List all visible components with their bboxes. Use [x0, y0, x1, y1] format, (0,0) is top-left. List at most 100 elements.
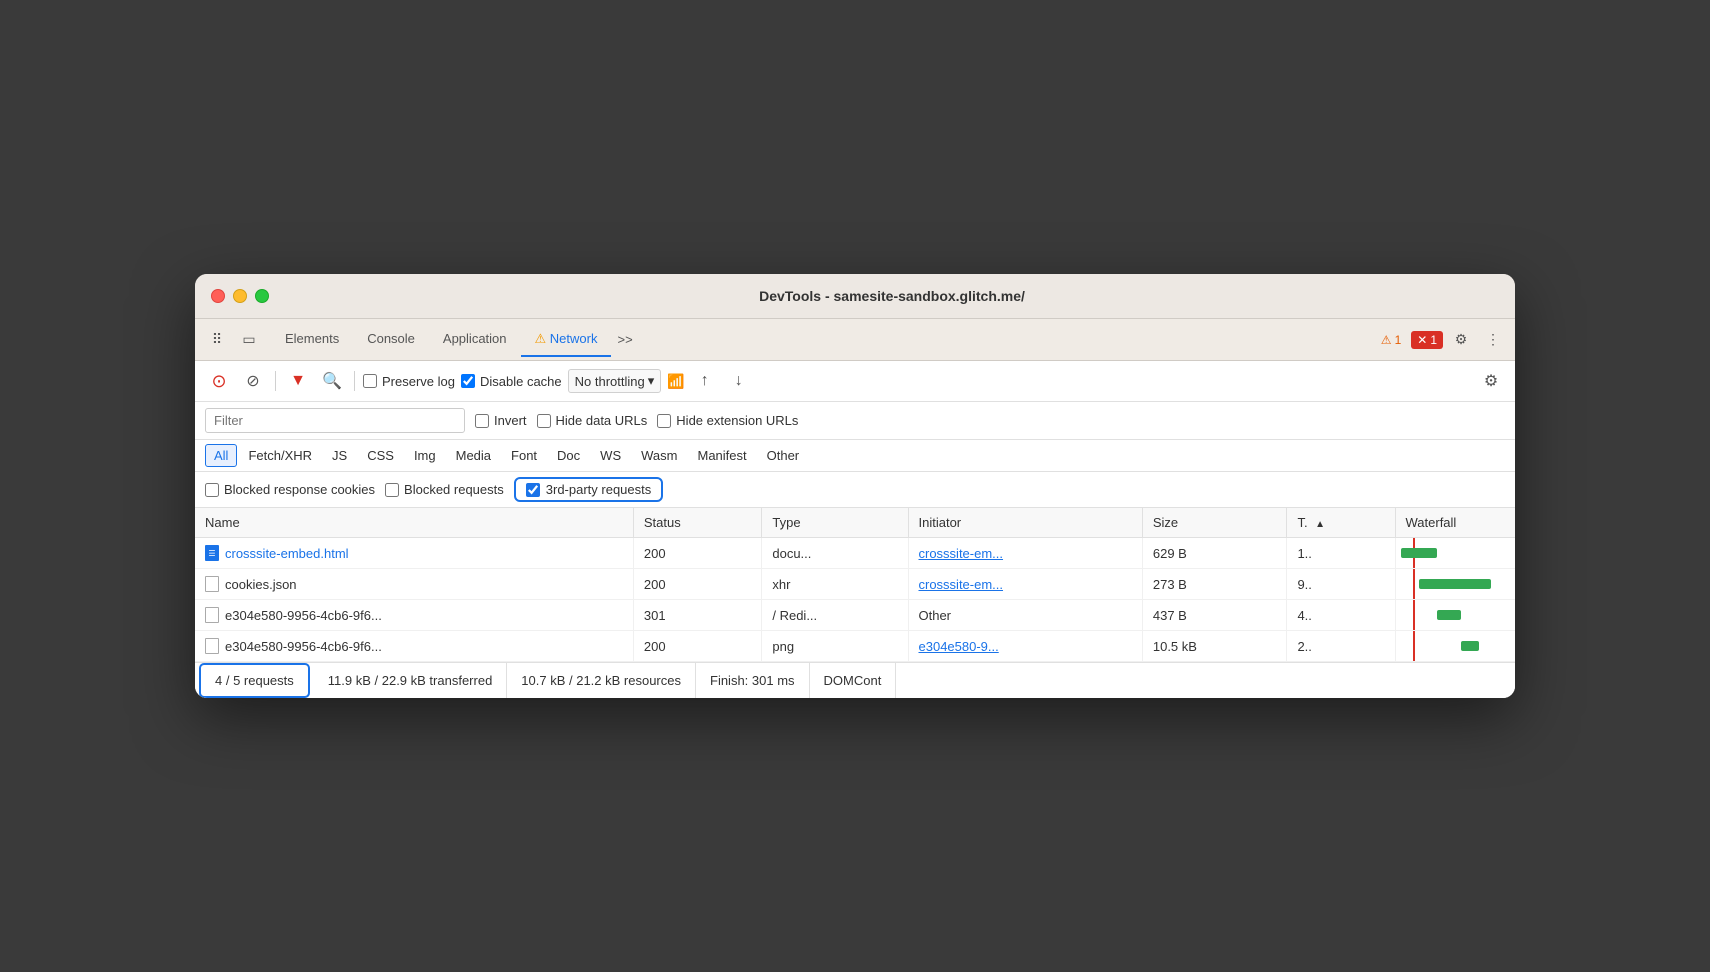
row-name: e304e580-9956-4cb6-9f6...: [225, 639, 382, 654]
window-title: DevTools - samesite-sandbox.glitch.me/: [285, 288, 1499, 304]
minimize-button[interactable]: [233, 289, 247, 303]
type-filter-wasm[interactable]: Wasm: [632, 444, 686, 467]
disable-cache-checkbox[interactable]: [461, 374, 475, 388]
row-name: e304e580-9956-4cb6-9f6...: [225, 608, 382, 623]
row-name: crosssite-embed.html: [225, 546, 349, 561]
tab-bar: ⠿ ▭ Elements Console Application ⚠ Netwo…: [195, 319, 1515, 361]
waterfall-bar: [1437, 610, 1461, 620]
row-time: 2..: [1287, 631, 1395, 662]
wifi-icon: 📶: [667, 373, 684, 390]
waterfall-timeline-marker: [1413, 600, 1415, 630]
waterfall-bar: [1461, 641, 1479, 651]
preserve-log-label[interactable]: Preserve log: [363, 374, 455, 389]
preserve-log-checkbox[interactable]: [363, 374, 377, 388]
fullscreen-button[interactable]: [255, 289, 269, 303]
title-bar: DevTools - samesite-sandbox.glitch.me/: [195, 274, 1515, 319]
table-row[interactable]: e304e580-9956-4cb6-9f6...301/ Redi...Oth…: [195, 600, 1515, 631]
disable-cache-label[interactable]: Disable cache: [461, 374, 562, 389]
network-table: Name Status Type Initiator Size T. ▲ Wat…: [195, 508, 1515, 662]
filter-icon[interactable]: ▼: [284, 367, 312, 395]
throttling-selector[interactable]: No throttling ▾: [568, 369, 662, 393]
hide-data-checkbox[interactable]: [537, 414, 551, 428]
type-filter-img[interactable]: Img: [405, 444, 445, 467]
more-options-icon[interactable]: ⋮: [1479, 326, 1507, 354]
file-icon: [205, 638, 219, 654]
network-settings-icon[interactable]: ⚙: [1477, 367, 1505, 395]
extra-filter-bar: Blocked response cookies Blocked request…: [195, 472, 1515, 508]
type-filter-other[interactable]: Other: [758, 444, 809, 467]
table-row[interactable]: e304e580-9956-4cb6-9f6...200pnge304e580-…: [195, 631, 1515, 662]
filter-input[interactable]: [205, 408, 465, 433]
table-row[interactable]: cookies.json200xhrcrosssite-em...273 B9.…: [195, 569, 1515, 600]
invert-checkbox[interactable]: [475, 414, 489, 428]
invert-label[interactable]: Invert: [475, 413, 527, 428]
type-filter-js[interactable]: JS: [323, 444, 356, 467]
tab-application[interactable]: Application: [429, 323, 521, 356]
row-status: 200: [633, 631, 762, 662]
upload-icon[interactable]: ↑: [691, 367, 719, 395]
tab-console[interactable]: Console: [353, 323, 429, 356]
cursor-icon[interactable]: ⠿: [203, 326, 231, 354]
tab-network[interactable]: ⚠ Network: [521, 323, 612, 357]
warning-badge: ⚠ 1: [1375, 331, 1407, 349]
tab-elements[interactable]: Elements: [271, 323, 353, 356]
separator-1: [275, 371, 276, 391]
col-name[interactable]: Name: [195, 508, 633, 538]
table-row[interactable]: ☰crosssite-embed.html200docu...crosssite…: [195, 538, 1515, 569]
close-button[interactable]: [211, 289, 225, 303]
type-filter-all[interactable]: All: [205, 444, 237, 467]
separator-2: [354, 371, 355, 391]
devtools-body: ⠿ ▭ Elements Console Application ⚠ Netwo…: [195, 319, 1515, 698]
type-filter-css[interactable]: CSS: [358, 444, 403, 467]
search-icon[interactable]: 🔍: [318, 367, 346, 395]
row-waterfall: [1395, 569, 1515, 600]
download-icon[interactable]: ↓: [725, 367, 753, 395]
tab-actions: ⚠ 1 ✕ 1 ⚙ ⋮: [1375, 326, 1507, 354]
type-filter-bar: All Fetch/XHR JS CSS Img Media Font Doc …: [195, 440, 1515, 472]
settings-icon[interactable]: ⚙: [1447, 326, 1475, 354]
row-initiator-link[interactable]: crosssite-em...: [919, 546, 1004, 561]
waterfall-timeline-marker: [1413, 631, 1415, 661]
tab-more[interactable]: >>: [611, 324, 638, 355]
traffic-lights: [211, 289, 269, 303]
stop-recording-button[interactable]: ⊙: [205, 367, 233, 395]
col-time[interactable]: T. ▲: [1287, 508, 1395, 538]
type-filter-media[interactable]: Media: [447, 444, 500, 467]
type-filter-font[interactable]: Font: [502, 444, 546, 467]
device-toggle-icon[interactable]: ▭: [235, 326, 263, 354]
row-waterfall: [1395, 631, 1515, 662]
row-initiator-link[interactable]: crosssite-em...: [919, 577, 1004, 592]
third-party-requests-label[interactable]: 3rd-party requests: [514, 477, 664, 502]
blocked-requests-label[interactable]: Blocked requests: [385, 482, 504, 497]
blocked-cookies-checkbox[interactable]: [205, 483, 219, 497]
html-file-icon: ☰: [205, 545, 219, 561]
dom-content: DOMCont: [810, 663, 897, 698]
col-waterfall[interactable]: Waterfall: [1395, 508, 1515, 538]
tab-icons: ⠿ ▭: [203, 326, 263, 354]
type-filter-fetch-xhr[interactable]: Fetch/XHR: [239, 444, 321, 467]
col-type[interactable]: Type: [762, 508, 908, 538]
type-filter-doc[interactable]: Doc: [548, 444, 589, 467]
row-status: 301: [633, 600, 762, 631]
clear-button[interactable]: ⊘: [239, 367, 267, 395]
toolbar: ⊙ ⊘ ▼ 🔍 Preserve log Disable cache No th…: [195, 361, 1515, 402]
hide-data-label[interactable]: Hide data URLs: [537, 413, 648, 428]
col-status[interactable]: Status: [633, 508, 762, 538]
row-size: 10.5 kB: [1142, 631, 1287, 662]
third-party-requests-checkbox[interactable]: [526, 483, 540, 497]
type-filter-ws[interactable]: WS: [591, 444, 630, 467]
error-icon: ✕: [1417, 333, 1427, 347]
hide-extension-label[interactable]: Hide extension URLs: [657, 413, 798, 428]
blocked-cookies-label[interactable]: Blocked response cookies: [205, 482, 375, 497]
resources-size: 10.7 kB / 21.2 kB resources: [507, 663, 696, 698]
blocked-requests-checkbox[interactable]: [385, 483, 399, 497]
row-initiator-link[interactable]: e304e580-9...: [919, 639, 999, 654]
row-time: 1..: [1287, 538, 1395, 569]
status-bar: 4 / 5 requests 11.9 kB / 22.9 kB transfe…: [195, 662, 1515, 698]
hide-extension-checkbox[interactable]: [657, 414, 671, 428]
col-size[interactable]: Size: [1142, 508, 1287, 538]
network-warning-icon: ⚠: [535, 331, 547, 346]
type-filter-manifest[interactable]: Manifest: [688, 444, 755, 467]
row-waterfall: [1395, 600, 1515, 631]
col-initiator[interactable]: Initiator: [908, 508, 1142, 538]
